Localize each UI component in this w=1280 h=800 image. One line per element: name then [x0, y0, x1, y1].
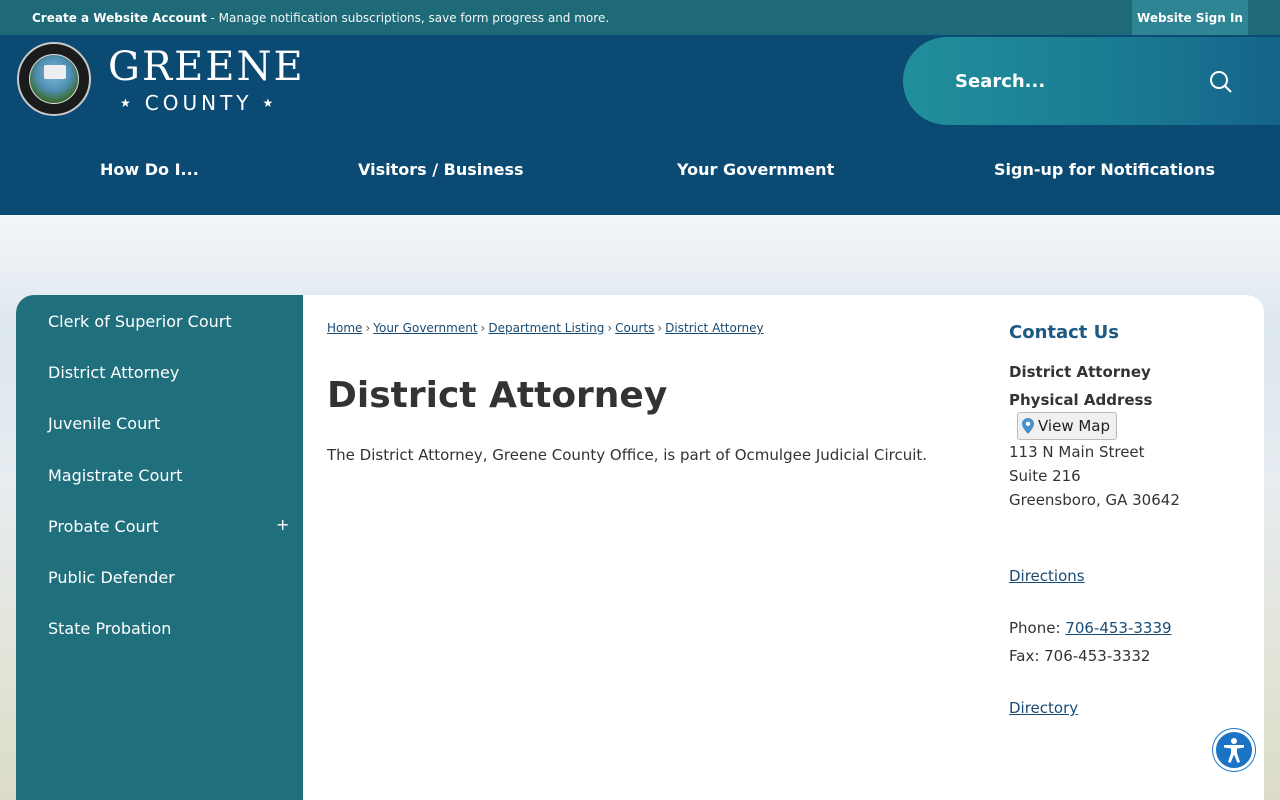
seal-emblem [29, 54, 79, 104]
breadcrumb-district-attorney[interactable]: District Attorney [665, 321, 763, 335]
star-icon: ★ [120, 96, 135, 110]
brand-name-line2-row: ★ COUNTY ★ [108, 91, 305, 115]
sidebar-item-district-attorney[interactable]: District Attorney [48, 363, 179, 382]
star-icon: ★ [262, 96, 278, 110]
page-title: District Attorney [327, 375, 668, 416]
brand-name-line2: COUNTY [144, 91, 253, 115]
sidebar-nav: Clerk of Superior Court District Attorne… [16, 295, 303, 800]
directory-link[interactable]: Directory [1009, 699, 1078, 717]
phone-label: Phone: [1009, 619, 1066, 637]
site-header: GREENE ★ COUNTY ★ How Do I... Visitors /… [0, 35, 1280, 215]
sidebar-item-clerk-of-superior-court[interactable]: Clerk of Superior Court [48, 312, 232, 331]
accessibility-icon [1224, 738, 1244, 763]
sidebar-item-state-probation[interactable]: State Probation [48, 619, 171, 638]
sidebar-item-juvenile-court[interactable]: Juvenile Court [48, 414, 160, 433]
accessibility-button[interactable] [1213, 729, 1255, 771]
page-description: The District Attorney, Greene County Off… [327, 446, 928, 464]
search-bar [903, 37, 1280, 125]
fax-number: Fax: 706-453-3332 [1009, 647, 1151, 665]
directory-row: Directory [1009, 699, 1078, 717]
account-banner: Create a Website Account - Manage notifi… [32, 11, 609, 25]
site-brand[interactable]: GREENE ★ COUNTY ★ [108, 45, 305, 115]
account-banner-text: - Manage notification subscriptions, sav… [206, 10, 610, 25]
address-line-3: Greensboro, GA 30642 [1009, 491, 1180, 509]
sidebar-item-public-defender[interactable]: Public Defender [48, 568, 175, 587]
phone-row: Phone: 706-453-3339 [1009, 619, 1172, 637]
breadcrumb-your-government[interactable]: Your Government [373, 321, 477, 335]
brand-name-line1: GREENE [108, 44, 305, 90]
contact-heading: Contact Us [1009, 322, 1120, 343]
search-input[interactable] [955, 63, 1195, 99]
main-content: Home › Your Government › Department Listing ›… [303, 295, 1264, 800]
breadcrumb-home[interactable]: Home [327, 321, 362, 335]
nav-visitors-business[interactable]: Visitors / Business [358, 160, 524, 179]
view-map-label: View Map [1038, 417, 1111, 435]
breadcrumb: Home › Your Government › Department Listing ›… [327, 321, 764, 335]
nav-your-government[interactable]: Your Government [677, 160, 834, 179]
directions-row: Directions [1009, 567, 1085, 585]
phone-link[interactable]: 706-453-3339 [1065, 619, 1171, 637]
utility-bar: Create a Website Account - Manage notifi… [0, 0, 1280, 35]
contact-department: District Attorney [1009, 363, 1151, 381]
county-seal-logo[interactable] [17, 42, 91, 116]
sidebar-item-probate-court[interactable]: Probate Court [48, 517, 159, 536]
website-sign-in-button[interactable]: Website Sign In [1132, 0, 1248, 35]
breadcrumb-department-listing[interactable]: Department Listing [488, 321, 604, 335]
physical-address-label: Physical Address [1009, 391, 1153, 409]
map-pin-icon [1022, 418, 1034, 434]
directions-link[interactable]: Directions [1009, 567, 1085, 585]
view-map-button[interactable]: View Map [1017, 412, 1118, 440]
sidebar-item-magistrate-court[interactable]: Magistrate Court [48, 466, 182, 485]
breadcrumb-courts[interactable]: Courts [615, 321, 654, 335]
expand-plus-icon[interactable]: + [276, 515, 289, 534]
nav-how-do-i[interactable]: How Do I... [100, 160, 199, 179]
breadcrumb-separator: › [657, 321, 663, 335]
breadcrumb-separator: › [607, 321, 613, 335]
breadcrumb-separator: › [480, 321, 486, 335]
address-line-1: 113 N Main Street [1009, 443, 1145, 461]
nav-sign-up-notifications[interactable]: Sign-up for Notifications [994, 160, 1215, 179]
search-icon[interactable] [1209, 70, 1233, 94]
breadcrumb-separator: › [365, 321, 371, 335]
create-account-link[interactable]: Create a Website Account [32, 11, 207, 25]
address-line-2: Suite 216 [1009, 467, 1081, 485]
main-navigation: How Do I... Visitors / Business Your Gov… [0, 150, 1280, 190]
